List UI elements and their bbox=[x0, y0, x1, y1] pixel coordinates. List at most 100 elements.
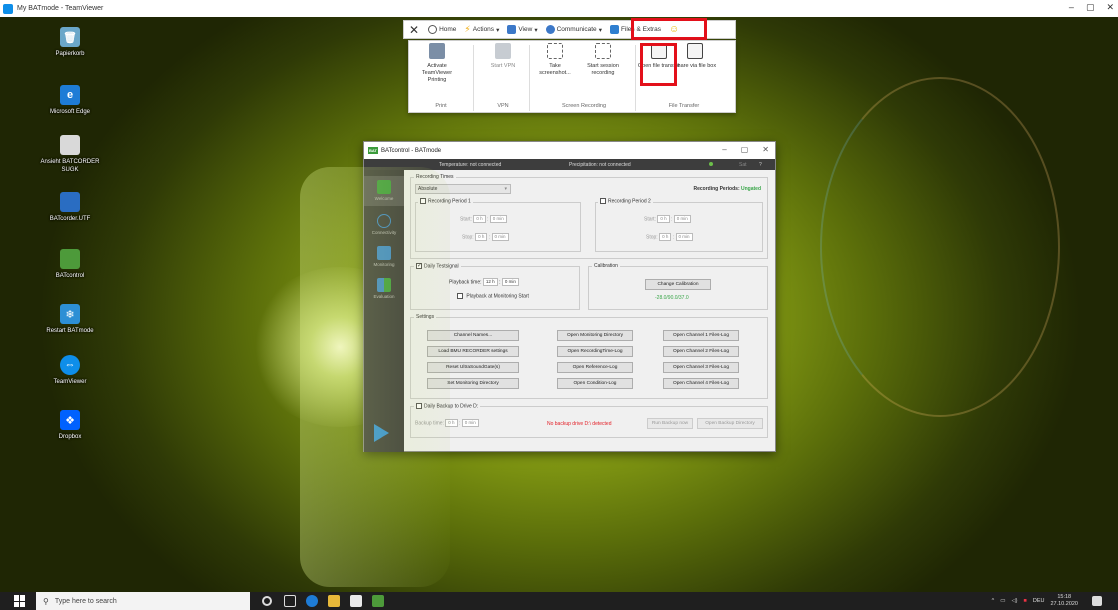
testsignal-checkbox[interactable] bbox=[416, 262, 422, 269]
desktop-icon-batcorder[interactable]: BATcorder.UTF bbox=[38, 192, 102, 223]
batcontrol-titlebar: BAT BATcontrol - BATmode – ▢ ✕ bbox=[364, 142, 775, 159]
open-channel-2-files-log-button[interactable]: Open Channel 2 Files-Log bbox=[663, 346, 739, 357]
period1-stop: Stop: 0 h : 0 min bbox=[462, 233, 509, 241]
sidebar-item-monitoring[interactable]: Monitoring bbox=[364, 242, 404, 272]
period1-stop-min[interactable]: 0 min bbox=[491, 233, 509, 241]
desktop-icon-dropbox[interactable]: ❖ Dropbox bbox=[38, 410, 102, 441]
period1-checkbox-label[interactable]: Recording Period 1 bbox=[418, 198, 473, 205]
backup-time: Backup time: 0 h : 0 min bbox=[415, 419, 479, 427]
edge-taskbar-icon[interactable] bbox=[306, 595, 318, 607]
playback-at-start[interactable]: Playback at Monitoring Start bbox=[457, 293, 529, 299]
period1-stop-hour[interactable]: 0 h bbox=[475, 233, 488, 241]
backup-hour[interactable]: 0 h bbox=[445, 419, 458, 427]
group-print: Print bbox=[435, 103, 447, 109]
open-reference-log-button[interactable]: Open Reference-Log bbox=[557, 362, 633, 373]
clock-time: 15:18 bbox=[1057, 594, 1072, 600]
batcontrol-title: BATcontrol - BATmode bbox=[381, 147, 442, 154]
maximize-button[interactable]: ▢ bbox=[1086, 2, 1095, 13]
clock[interactable]: 15:18 27.10.2020 bbox=[1050, 594, 1078, 608]
set-monitoring-directory-button[interactable]: Set Monitoring Directory bbox=[427, 378, 519, 389]
evaluation-chart-icon bbox=[377, 278, 391, 292]
end-session-button[interactable]: ✕ bbox=[404, 23, 424, 37]
backup-checkbox-label[interactable]: Daily Backup to Drive D: bbox=[414, 403, 481, 410]
reset-ultrasoundgate-button[interactable]: Reset UltraSoundGate(s) bbox=[427, 362, 519, 373]
close-button[interactable]: ✕ bbox=[1106, 2, 1114, 13]
network-icon[interactable]: ▭ bbox=[1000, 598, 1005, 604]
period2-stop-min[interactable]: 0 min bbox=[675, 233, 693, 241]
start-vpn-button[interactable]: Start VPN bbox=[481, 43, 525, 70]
change-calibration-button[interactable]: Change Calibration bbox=[645, 279, 711, 290]
tray-chevron-icon[interactable]: ^ bbox=[992, 598, 995, 604]
batcontrol-maximize-button[interactable]: ▢ bbox=[741, 145, 749, 154]
minimize-button[interactable]: – bbox=[1069, 2, 1074, 13]
open-recordingtime-log-button[interactable]: Open RecordingTime-Log bbox=[557, 346, 633, 357]
playback-at-start-checkbox[interactable] bbox=[457, 293, 463, 299]
playback-hour[interactable]: 12 h bbox=[482, 278, 498, 286]
vpn-icon bbox=[495, 43, 511, 59]
batcontrol-window: BAT BATcontrol - BATmode – ▢ ✕ Temperatu… bbox=[363, 141, 776, 452]
open-monitoring-directory-button[interactable]: Open Monitoring Directory bbox=[557, 330, 633, 341]
sidebar-item-welcome[interactable]: Welcome bbox=[364, 176, 404, 206]
home-button[interactable]: Home bbox=[424, 25, 460, 34]
volume-icon[interactable]: ◁) bbox=[1011, 598, 1017, 604]
sidebar-item-evaluation[interactable]: Evaluation bbox=[364, 274, 404, 304]
take-screenshot-button[interactable]: Take screenshot... bbox=[533, 43, 577, 77]
period2-checkbox-label[interactable]: Recording Period 2 bbox=[598, 198, 653, 205]
load-bmu-recorder-settings-button[interactable]: Load BMU RECORDER settings bbox=[427, 346, 519, 357]
desktop-icon-restart-batmode[interactable]: ❄ Restart BATmode bbox=[38, 304, 102, 335]
start-session-recording-button[interactable]: Start session recording bbox=[581, 43, 625, 77]
play-icon[interactable] bbox=[374, 424, 389, 442]
taskbar-search[interactable]: ⚲ Type here to search bbox=[36, 592, 250, 610]
batcontrol-minimize-button[interactable]: – bbox=[722, 145, 726, 154]
channel-names-button[interactable]: Channel Names... bbox=[427, 330, 519, 341]
backup-min[interactable]: 0 min bbox=[461, 419, 479, 427]
open-file-transfer-highlight bbox=[640, 43, 677, 86]
period1-start-min[interactable]: 0 min bbox=[489, 215, 507, 223]
batcontrol-content: Recording Times Absolute ▾ Recording Per… bbox=[408, 170, 774, 450]
desktop-icon-batcontrol[interactable]: BATcontrol bbox=[38, 249, 102, 280]
batcontrol-taskbar-icon[interactable] bbox=[372, 595, 384, 607]
share-file-box-button[interactable]: Share via file box bbox=[673, 43, 717, 70]
open-channel-3-files-log-button[interactable]: Open Channel 3 Files-Log bbox=[663, 362, 739, 373]
desktop-icon-ansieht[interactable]: Ansieht BATCORDER SUGK bbox=[38, 135, 102, 174]
batcontrol-close-button[interactable]: ✕ bbox=[762, 145, 769, 154]
period1-checkbox[interactable] bbox=[420, 198, 426, 204]
playback-min[interactable]: 0 min bbox=[501, 278, 519, 286]
actions-menu[interactable]: ⚡ Actions ▾ bbox=[460, 24, 503, 35]
backup-checkbox[interactable] bbox=[416, 403, 422, 409]
calibration-value: -28.0/90.0/37.0 bbox=[655, 295, 689, 301]
sidebar-item-connectivity[interactable]: Connectivity bbox=[364, 210, 404, 240]
notification-icon[interactable] bbox=[1092, 596, 1102, 606]
activate-printing-button[interactable]: Activate TeamViewer Printing bbox=[415, 43, 459, 84]
cortana-icon[interactable] bbox=[262, 596, 272, 606]
help-button[interactable]: ? bbox=[759, 162, 762, 168]
open-channel-4-files-log-button[interactable]: Open Channel 4 Files-Log bbox=[663, 378, 739, 389]
tray-app-icon[interactable]: ■ bbox=[1024, 598, 1027, 604]
edge-icon: e bbox=[60, 85, 80, 105]
desktop-icon-edge[interactable]: e Microsoft Edge bbox=[38, 85, 102, 116]
period2-start: Start: 0 h : 0 min bbox=[644, 215, 691, 223]
communicate-menu[interactable]: Communicate ▾ bbox=[542, 25, 606, 34]
remote-desktop[interactable]: 🗑 Papierkorb e Microsoft Edge Ansieht BA… bbox=[0, 17, 1118, 592]
period2-checkbox[interactable] bbox=[600, 198, 606, 204]
open-condition-log-button[interactable]: Open Condition-Log bbox=[557, 378, 633, 389]
desktop-icon-recycle-bin[interactable]: 🗑 Papierkorb bbox=[38, 27, 102, 58]
period2-start-hour[interactable]: 0 h bbox=[657, 215, 670, 223]
desktop-icon-teamviewer[interactable]: ⇔ TeamViewer bbox=[38, 355, 102, 386]
task-view-icon[interactable] bbox=[284, 595, 296, 607]
testsignal-checkbox-label[interactable]: Daily Testsignal bbox=[414, 262, 461, 270]
view-menu[interactable]: View ▾ bbox=[503, 25, 541, 34]
windows-start-icon[interactable] bbox=[14, 595, 26, 607]
language-indicator[interactable]: DEU bbox=[1033, 598, 1045, 604]
period2-stop-hour[interactable]: 0 h bbox=[659, 233, 672, 241]
recording-mode-select[interactable]: Absolute ▾ bbox=[415, 184, 511, 194]
ribbon-separator bbox=[635, 45, 636, 111]
open-backup-directory-button[interactable]: Open Backup Directory bbox=[697, 418, 763, 429]
open-channel-1-files-log-button[interactable]: Open Channel 1 Files-Log bbox=[663, 330, 739, 341]
period1-start-hour[interactable]: 0 h bbox=[473, 215, 486, 223]
run-backup-now-button[interactable]: Run Backup now bbox=[647, 418, 693, 429]
file-explorer-icon[interactable] bbox=[328, 595, 340, 607]
file-box-icon bbox=[687, 43, 703, 59]
store-icon[interactable] bbox=[350, 595, 362, 607]
period2-start-min[interactable]: 0 min bbox=[673, 215, 691, 223]
